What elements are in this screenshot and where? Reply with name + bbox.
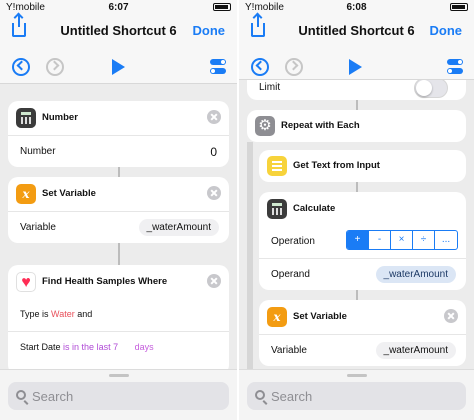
- op-multiply[interactable]: ×: [391, 231, 413, 249]
- search-input[interactable]: [271, 387, 451, 405]
- op-more[interactable]: ...: [435, 231, 457, 249]
- undo-icon[interactable]: [251, 58, 269, 76]
- operation-segmented-control[interactable]: + - × ÷ ...: [346, 230, 458, 250]
- text-icon: [267, 156, 287, 176]
- search-bar[interactable]: [247, 382, 466, 410]
- variable-label: Variable: [271, 345, 307, 356]
- repeat-with-each-card[interactable]: Repeat with Each: [247, 110, 466, 142]
- op-minus[interactable]: -: [369, 231, 391, 249]
- done-button[interactable]: Done: [193, 23, 226, 38]
- flow-connector: [356, 290, 358, 300]
- calculator-icon: [16, 108, 36, 128]
- calculate-card[interactable]: Calculate Operation + - × ÷ ... Operand …: [259, 192, 466, 290]
- action-title: Number: [42, 112, 78, 123]
- date-number[interactable]: 7: [113, 342, 118, 352]
- redo-icon[interactable]: [285, 58, 303, 76]
- search-sheet: [239, 369, 474, 420]
- close-icon[interactable]: [207, 274, 221, 288]
- operand-variable-token[interactable]: _waterAmount: [375, 266, 456, 283]
- redo-icon[interactable]: [46, 58, 64, 76]
- limit-label: Limit: [259, 82, 281, 93]
- variable-name-field[interactable]: _waterAmount: [375, 342, 456, 359]
- operand-label: Operand: [271, 269, 310, 280]
- date-prefix: Start Date: [20, 342, 61, 352]
- type-row[interactable]: Type is Water and: [8, 299, 229, 331]
- close-icon[interactable]: [207, 186, 221, 200]
- variable-row[interactable]: Variable _waterAmount: [259, 334, 466, 366]
- calculator-icon: [267, 199, 287, 219]
- status-bar: Y!mobile 6:07: [0, 0, 237, 14]
- action-title: Set Variable: [42, 188, 96, 199]
- search-bar[interactable]: [8, 382, 229, 410]
- flow-connector: [118, 167, 120, 177]
- action-title: Find Health Samples Where: [42, 276, 168, 287]
- number-value[interactable]: 0: [210, 145, 217, 159]
- action-title: Set Variable: [293, 311, 347, 322]
- done-button[interactable]: Done: [430, 23, 463, 38]
- action-title: Repeat with Each: [281, 120, 360, 131]
- operand-row[interactable]: Operand _waterAmount: [259, 258, 466, 290]
- variable-icon: x: [16, 184, 36, 204]
- settings-toggles-icon[interactable]: [447, 59, 463, 75]
- variable-row[interactable]: Variable _waterAmount: [8, 211, 229, 243]
- battery-icon: [450, 3, 468, 12]
- flow-connector: [118, 243, 120, 265]
- operation-row[interactable]: Operation + - × ÷ ...: [259, 226, 466, 258]
- set-variable-card[interactable]: x Set Variable Variable _waterAmount: [259, 300, 466, 366]
- editor-toolbar: [239, 50, 474, 80]
- status-icons: [213, 2, 231, 13]
- date-filter: Start Date is in the last 7 days: [20, 342, 154, 352]
- repeat-icon: [255, 116, 275, 136]
- type-value[interactable]: Water: [51, 309, 75, 319]
- action-title: Calculate: [293, 203, 336, 214]
- type-prefix: Type is: [20, 309, 49, 319]
- left-screen: Y!mobile 6:07 Untitled Shortcut 6 Done N…: [0, 0, 237, 420]
- status-icons: [450, 2, 468, 13]
- close-icon[interactable]: [207, 110, 221, 124]
- right-screen: Limit Y!mobile 6:08 Untitled Shortcut 6 …: [239, 0, 474, 420]
- number-row[interactable]: Number 0: [8, 135, 229, 167]
- flow-connector: [356, 100, 358, 110]
- date-condition[interactable]: is in the last: [63, 342, 111, 352]
- number-label: Number: [20, 146, 56, 157]
- settings-toggles-icon[interactable]: [210, 59, 226, 75]
- sheet-grabber[interactable]: [108, 374, 129, 377]
- date-row[interactable]: Start Date is in the last 7 days: [8, 331, 229, 363]
- flow-connector: [356, 182, 358, 192]
- action-title: Get Text from Input: [293, 160, 380, 171]
- nav-bar: Untitled Shortcut 6 Done: [0, 14, 237, 50]
- operation-label: Operation: [271, 236, 315, 247]
- search-icon: [16, 390, 26, 400]
- limit-switch[interactable]: [414, 78, 448, 98]
- variable-label: Variable: [20, 222, 56, 233]
- search-input[interactable]: [32, 387, 212, 405]
- type-filter: Type is Water and: [20, 309, 92, 319]
- play-icon[interactable]: [112, 59, 125, 75]
- date-unit[interactable]: days: [135, 342, 154, 352]
- nav-bar: Untitled Shortcut 6 Done: [239, 14, 474, 50]
- battery-icon: [213, 3, 231, 12]
- close-icon[interactable]: [444, 309, 458, 323]
- get-text-from-input-card[interactable]: Get Text from Input: [259, 150, 466, 182]
- sheet-grabber[interactable]: [346, 374, 367, 377]
- find-health-samples-card[interactable]: Find Health Samples Where Type is Water …: [8, 265, 229, 375]
- undo-icon[interactable]: [12, 58, 30, 76]
- play-icon[interactable]: [349, 59, 362, 75]
- number-action-card[interactable]: Number Number 0: [8, 101, 229, 167]
- op-plus[interactable]: +: [347, 231, 369, 249]
- search-icon: [255, 390, 265, 400]
- editor-toolbar: [0, 50, 237, 84]
- variable-icon: x: [267, 307, 287, 327]
- search-sheet: [0, 369, 237, 420]
- health-icon: [16, 272, 36, 293]
- status-time: 6:07: [108, 2, 129, 13]
- set-variable-card[interactable]: x Set Variable Variable _waterAmount: [8, 177, 229, 243]
- op-divide[interactable]: ÷: [413, 231, 435, 249]
- status-bar: Y!mobile 6:08: [239, 0, 474, 14]
- repeat-block-rail: [247, 142, 253, 372]
- variable-name-field[interactable]: _waterAmount: [138, 219, 219, 236]
- status-time: 6:08: [346, 2, 367, 13]
- type-suffix: and: [77, 309, 93, 319]
